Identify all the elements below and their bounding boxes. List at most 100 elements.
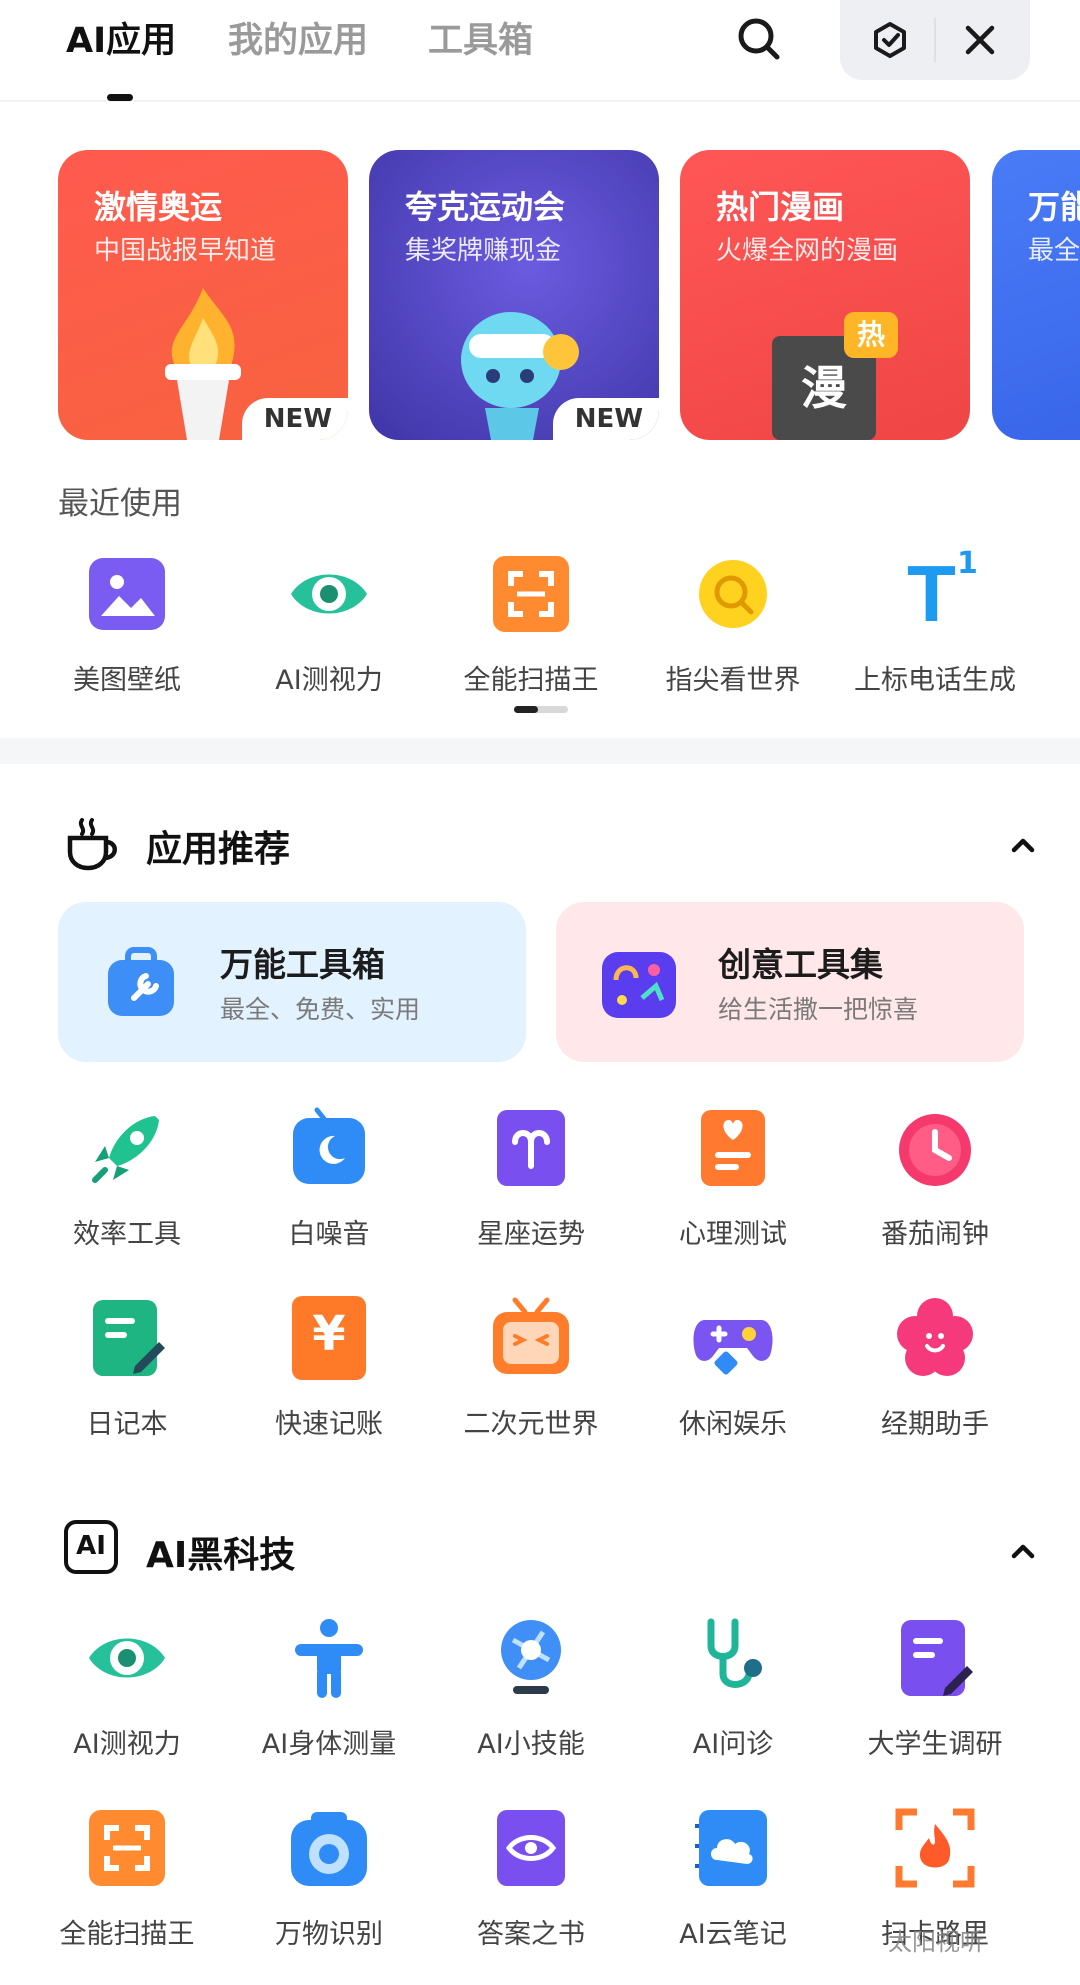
- psychology-test-icon: [691, 1106, 775, 1190]
- refresh-button[interactable]: [868, 18, 912, 62]
- eye-test-icon: [287, 552, 371, 636]
- banner-olympics[interactable]: 激情奥运 中国战报早知道 NEW: [58, 150, 348, 440]
- section-divider: [0, 738, 1080, 764]
- horoscope-icon: [489, 1106, 573, 1190]
- cloud-note-icon: [691, 1806, 775, 1890]
- scanner-icon: [85, 1806, 169, 1890]
- app-item-anime[interactable]: 二次元世界: [430, 1296, 632, 1441]
- hot-badge: 热: [844, 312, 898, 358]
- collapse-icon[interactable]: [1006, 828, 1040, 862]
- ai-item-consult[interactable]: AI问诊: [632, 1616, 834, 1761]
- recent-item-label: 指尖看世界: [665, 665, 801, 696]
- bookkeeping-icon: ¥: [292, 1296, 366, 1380]
- app-item-horoscope[interactable]: 星座运势: [430, 1106, 632, 1251]
- ai-item-label: 全能扫描王: [59, 1919, 195, 1950]
- period-helper-icon: [893, 1296, 977, 1380]
- superscript-number: 1: [957, 546, 978, 581]
- card-subtitle: 最全、免费、实用: [220, 995, 421, 1024]
- banner-subtitle: 最全: [1028, 236, 1080, 266]
- ai-item-scanner[interactable]: 全能扫描王: [26, 1806, 228, 1951]
- ai-item-answer-book[interactable]: 答案之书: [430, 1806, 632, 1951]
- recent-item-label: 上标电话生成: [854, 665, 1016, 696]
- refresh-icon: [874, 22, 906, 58]
- magnifier-icon: [691, 552, 775, 636]
- ai-item-eye-test[interactable]: AI测视力: [26, 1616, 228, 1761]
- creative-tools-card[interactable]: 创意工具集 给生活撒一把惊喜: [556, 902, 1024, 1062]
- tab-toolbox[interactable]: 工具箱: [428, 12, 533, 63]
- app-item-label: 番茄闹钟: [881, 1219, 989, 1250]
- search-button[interactable]: [734, 14, 784, 64]
- ai-item-recognize[interactable]: 万物识别: [228, 1806, 430, 1951]
- anime-tv-icon: [489, 1296, 573, 1380]
- app-item-white-noise[interactable]: 白噪音: [228, 1106, 430, 1251]
- rocket-icon: [85, 1106, 169, 1190]
- app-item-period-helper[interactable]: 经期助手: [834, 1296, 1036, 1441]
- tab-ai-apps[interactable]: AI应用: [66, 12, 176, 63]
- app-item-bookkeeping[interactable]: ¥ 快速记账: [228, 1296, 430, 1441]
- recent-item-world[interactable]: 指尖看世界: [632, 552, 834, 697]
- recent-item-scanner[interactable]: 全能扫描王: [430, 552, 632, 697]
- pager-active-dot: [514, 706, 538, 713]
- ai-item-skills[interactable]: AI小技能: [430, 1616, 632, 1761]
- mini-program-capsule: [840, 0, 1030, 80]
- new-badge: NEW: [241, 398, 348, 440]
- toolbox-card[interactable]: 万能工具箱 最全、免费、实用: [58, 902, 526, 1062]
- answer-book-icon: [489, 1806, 573, 1890]
- app-item-label: 经期助手: [881, 1409, 989, 1440]
- ai-item-cloud-note[interactable]: AI云笔记: [632, 1806, 834, 1951]
- body-measure-icon: [287, 1616, 371, 1700]
- app-item-diary[interactable]: 日记本: [26, 1296, 228, 1441]
- banner-sports-meet[interactable]: 夸克运动会 集奖牌赚现金 NEW: [369, 150, 659, 440]
- banner-title: 万能: [1028, 188, 1080, 226]
- recent-item-label: 全能扫描王: [463, 665, 599, 696]
- section-title: AI黑科技: [146, 1535, 296, 1576]
- banner-subtitle: 集奖牌赚现金: [405, 236, 562, 266]
- tab-indicator: [107, 94, 133, 101]
- app-item-label: 心理测试: [679, 1219, 787, 1250]
- card-title: 创意工具集: [718, 945, 883, 984]
- toolbox-icon: [108, 947, 174, 1016]
- ai-item-body-measure[interactable]: AI身体测量: [228, 1616, 430, 1761]
- app-item-label: 休闲娱乐: [679, 1409, 787, 1440]
- close-icon: [965, 25, 995, 55]
- banner-toolbox[interactable]: 万能 最全: [992, 150, 1080, 440]
- search-icon: [738, 18, 780, 60]
- app-item-psychology[interactable]: 心理测试: [632, 1106, 834, 1251]
- white-noise-icon: [287, 1106, 371, 1190]
- app-item-leisure[interactable]: 休闲娱乐: [632, 1296, 834, 1441]
- app-item-pomodoro[interactable]: 番茄闹钟: [834, 1106, 1036, 1251]
- collapse-icon[interactable]: [1006, 1534, 1040, 1568]
- eye-test-icon: [85, 1616, 169, 1700]
- banner-title: 热门漫画: [716, 188, 845, 226]
- recent-pager: [514, 706, 568, 713]
- yuan-glyph: ¥: [312, 1306, 346, 1362]
- section-title: 应用推荐: [146, 829, 291, 870]
- banner-title: 夸克运动会: [405, 188, 566, 226]
- recent-item-wallpaper[interactable]: 美图壁纸: [26, 552, 228, 697]
- app-item-label: 日记本: [86, 1409, 168, 1440]
- app-item-label: 快速记账: [275, 1409, 383, 1440]
- creative-tools-icon: [602, 952, 676, 1018]
- ai-skill-icon: [489, 1616, 573, 1700]
- tab-my-apps[interactable]: 我的应用: [228, 12, 368, 63]
- diary-icon: [85, 1296, 169, 1380]
- camera-recognize-icon: [287, 1806, 371, 1890]
- coffee-cup-icon: [67, 818, 117, 871]
- ai-item-label: 答案之书: [477, 1919, 585, 1950]
- app-item-efficiency[interactable]: 效率工具: [26, 1106, 228, 1251]
- ai-item-label: 大学生调研: [867, 1729, 1003, 1760]
- ai-item-label: 万物识别: [275, 1919, 383, 1950]
- banner-comics[interactable]: 热门漫画 火爆全网的漫画 漫 热: [680, 150, 970, 440]
- scanner-icon: [489, 552, 573, 636]
- new-badge: NEW: [552, 398, 659, 440]
- banner-subtitle: 火爆全网的漫画: [716, 236, 899, 266]
- ai-item-survey[interactable]: 大学生调研: [834, 1616, 1036, 1761]
- pomodoro-clock-icon: [893, 1106, 977, 1190]
- recent-item-superscript[interactable]: T 1 上标电话生成: [834, 546, 1036, 697]
- ai-badge-icon: AI: [64, 1520, 118, 1574]
- recent-item-eye-test[interactable]: AI测视力: [228, 552, 430, 697]
- ai-item-label: AI问诊: [692, 1729, 774, 1760]
- ai-item-label: AI小技能: [477, 1729, 585, 1760]
- close-button[interactable]: [958, 18, 1002, 62]
- recent-item-label: AI测视力: [275, 665, 383, 696]
